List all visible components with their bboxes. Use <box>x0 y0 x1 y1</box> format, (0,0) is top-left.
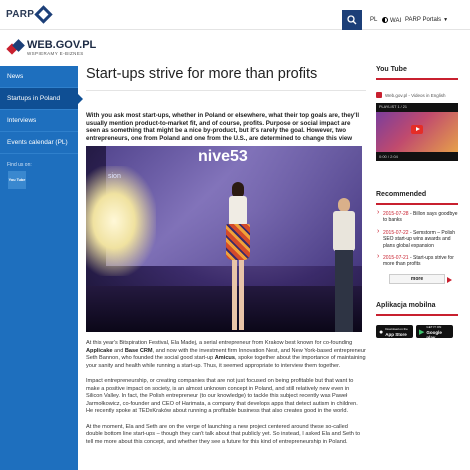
article-paragraph: At this year's Bitspiration Festival, El… <box>86 340 366 370</box>
search-button[interactable] <box>342 10 362 30</box>
speaker-woman <box>224 182 252 332</box>
google-play-icon: ▶ <box>419 328 425 336</box>
right-sidebar: You Tube Web.gov.pl - Videos in English … <box>376 66 458 340</box>
article-paragraph: Impact entrepreneurship, or creating com… <box>86 378 358 415</box>
recommended-item[interactable]: 2015-07-28 - Billon says goodbye to bank… <box>376 210 458 224</box>
article-paragraph: At the moment, Ela and Seth are on the v… <box>86 423 361 445</box>
google-play-big: Google play <box>426 329 442 340</box>
google-play-badge[interactable]: ▶ GET IT ON Google play <box>416 324 453 340</box>
parp-logo[interactable]: PARP <box>6 5 53 24</box>
parp-portals-label: PARP Portals <box>405 17 442 23</box>
youtube-small-icon <box>376 92 382 98</box>
article: Start-ups strive for more than profits W… <box>86 66 366 446</box>
mobile-app-title: Aplikacja mobilna <box>376 302 458 316</box>
app-badges: ● Download on the App Store ▶ GET IT ON Goog… <box>376 324 458 340</box>
article-lead: With you ask most start-ups, whether in … <box>86 112 360 142</box>
site-logo[interactable]: WEB.GOV.PL WSPIERAMY E-BIZNES <box>6 38 97 56</box>
photo-banner-text-left: sion <box>108 173 121 181</box>
recommended-date: 2015-07-21 <box>383 255 409 262</box>
recommended-date: 2015-07-28 <box>383 211 409 217</box>
playlist-count: 1 / 21 <box>397 105 407 109</box>
sidebar-item-interviews[interactable]: Interviews <box>0 110 78 132</box>
chevron-down-icon: ▼ <box>443 17 449 23</box>
channel-name: Web.gov.pl - Videos in English <box>385 92 446 98</box>
top-bar: PARP PL WAI PARP Portals ▼ <box>0 0 470 30</box>
player-time: 0:00 / 2:04 <box>379 154 398 159</box>
youtube-channel-link[interactable]: Web.gov.pl - Videos in English <box>376 92 458 98</box>
contrast-icon <box>382 17 388 23</box>
youtube-social-button[interactable]: You Tube <box>8 171 26 189</box>
sidebar-nav: News Startups in Poland Interviews Event… <box>0 66 83 470</box>
speaker-man <box>330 198 358 333</box>
playlist-label: PLAYLIST <box>379 105 397 109</box>
recommended-date: 2015-07-22 <box>383 229 409 236</box>
parp-portals-menu[interactable]: PARP Portals ▼ <box>405 17 448 23</box>
recommended-list: 2015-07-28 - Billon says goodbye to bank… <box>376 210 458 268</box>
video-player[interactable]: PLAYLIST 1 / 21 0:00 / 2:04 <box>376 103 458 161</box>
paragraph-text: At this year's Bitspiration Festival, El… <box>86 340 353 347</box>
app-store-badge[interactable]: ● Download on the App Store <box>376 324 413 338</box>
find-us-label: Find us on: <box>7 162 32 168</box>
paragraph-text: and <box>112 347 125 354</box>
wai-contrast-link[interactable]: WAI <box>382 17 401 24</box>
play-button-icon[interactable] <box>411 125 423 134</box>
recommended-item[interactable]: 2015-07-21 - Start-ups strive for more t… <box>376 254 458 268</box>
sidebar-item-news[interactable]: News <box>0 66 78 88</box>
recommended-title: Recommended <box>376 191 458 205</box>
apple-icon: ● <box>379 328 384 336</box>
youtube-section-title: You Tube <box>376 66 458 80</box>
article-title: Start-ups strive for more than profits <box>86 66 366 91</box>
company-link-base-crm[interactable]: Base CRM <box>125 348 153 354</box>
wai-label: WAI <box>390 18 402 24</box>
sidebar-item-startups-in-poland[interactable]: Startups in Poland <box>0 88 83 110</box>
sidebar-item-events-calendar[interactable]: Events calendar (PL) <box>0 132 78 154</box>
company-link-applicake[interactable]: Applicake <box>86 348 112 354</box>
site-logo-tagline: WSPIERAMY E-BIZNES <box>27 51 84 56</box>
search-icon <box>347 15 357 25</box>
company-link-amicus[interactable]: Amicus <box>215 355 235 361</box>
player-playlist-bar: PLAYLIST 1 / 21 <box>376 103 458 112</box>
parp-logo-text: PARP <box>6 9 35 20</box>
player-controls[interactable]: 0:00 / 2:04 <box>376 152 458 161</box>
photo-banner-text: nive53 <box>198 148 248 166</box>
youtube-icon: You Tube <box>8 178 26 182</box>
recommended-item[interactable]: 2015-07-22 - Semstorm – Polish SEO start… <box>376 229 458 249</box>
site-logo-text: WEB.GOV.PL <box>27 39 97 51</box>
article-photo: nive53 sion <box>86 146 362 333</box>
more-button[interactable]: more <box>389 273 452 284</box>
web-gov-logo-icon <box>6 38 25 56</box>
app-store-big: App Store <box>385 332 407 338</box>
stage-light <box>86 166 156 277</box>
language-switch[interactable]: PL <box>370 17 377 23</box>
parp-mark-icon <box>34 5 53 24</box>
